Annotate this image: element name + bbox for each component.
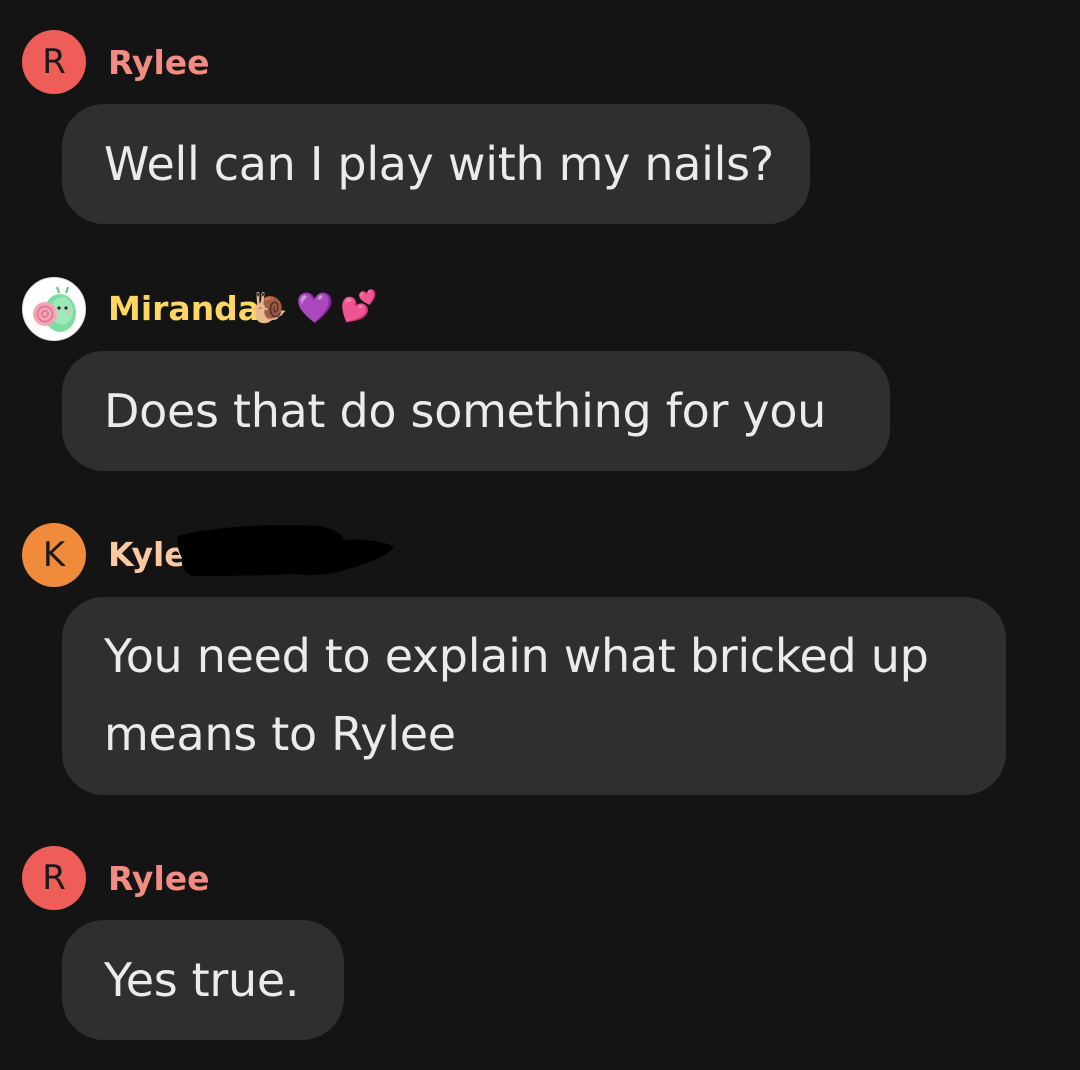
redaction-scribble xyxy=(177,525,394,576)
two-hearts-emoji-icon: 💕 xyxy=(340,290,378,323)
avatar-rylee[interactable]: R xyxy=(22,30,86,94)
purple-heart-emoji-icon: 💜 xyxy=(296,292,334,325)
avatar-rylee[interactable]: R xyxy=(22,846,86,910)
avatar-letter: R xyxy=(42,42,66,82)
sender-name: Miranda xyxy=(108,289,261,328)
avatar-kyle[interactable]: K xyxy=(22,523,86,587)
avatar-miranda[interactable] xyxy=(22,277,86,341)
message-bubble[interactable]: You need to explain what bricked up mean… xyxy=(62,597,1006,795)
message-bubble[interactable]: Well can I play with my nails? xyxy=(62,104,810,224)
snail-emoji-icon: 🐌 xyxy=(250,292,288,325)
avatar-letter: R xyxy=(42,858,66,898)
avatar-letter: K xyxy=(42,535,66,575)
message-bubble[interactable]: Yes true. xyxy=(62,920,344,1040)
chat-thread: R Rylee Well can I play with my nails? M… xyxy=(0,0,1080,1070)
sender-name: Rylee xyxy=(108,859,210,898)
snail-avatar-icon xyxy=(33,286,76,332)
message-bubble[interactable]: Does that do something for you xyxy=(62,351,890,471)
sender-name: Rylee xyxy=(108,43,210,82)
